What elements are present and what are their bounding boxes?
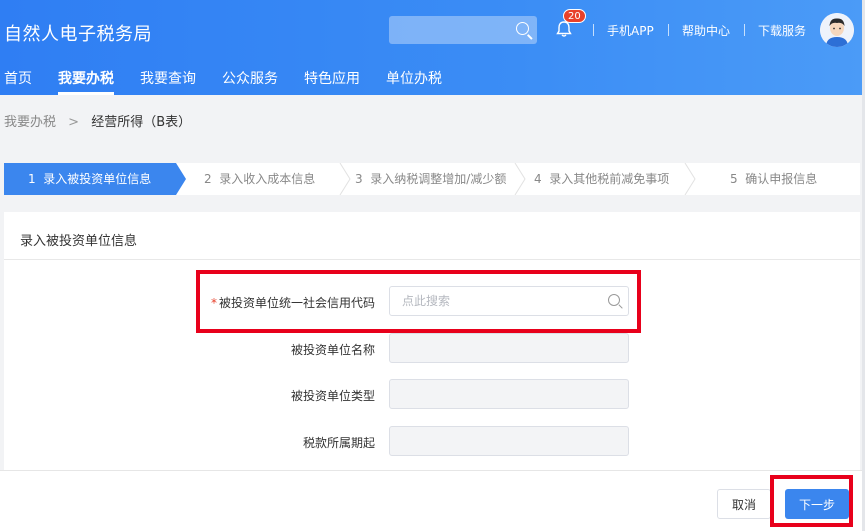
highlight-frame-search bbox=[196, 270, 641, 333]
breadcrumb: 我要办税 > 经营所得（B表） bbox=[4, 111, 191, 130]
breadcrumb-separator: > bbox=[68, 115, 80, 130]
breadcrumb-current: 经营所得（B表） bbox=[91, 115, 192, 130]
step-3: 3 录入纳税调整增加/减少额 bbox=[355, 163, 506, 195]
help-center-link[interactable]: 帮助中心 bbox=[682, 22, 730, 39]
step-divider bbox=[684, 163, 696, 195]
header-divider bbox=[668, 24, 669, 36]
highlight-frame-next bbox=[770, 475, 853, 527]
step-1: 1 录入被投资单位信息 bbox=[28, 163, 151, 195]
nav-home[interactable]: 首页 bbox=[4, 68, 32, 88]
step-progress-bar: 1 录入被投资单位信息 2 录入收入成本信息 3 录入纳税调整增加/减少额 4 … bbox=[4, 163, 860, 195]
nav-unit-tax[interactable]: 单位办税 bbox=[386, 68, 442, 88]
step-label: 录入收入成本信息 bbox=[219, 172, 316, 186]
header-search-input[interactable] bbox=[389, 16, 537, 44]
nav-query[interactable]: 我要查询 bbox=[140, 68, 196, 88]
step-number: 4 bbox=[534, 172, 542, 186]
step-divider bbox=[514, 163, 526, 195]
step-label: 确认申报信息 bbox=[745, 172, 818, 186]
step-number: 3 bbox=[355, 172, 363, 186]
nav-special-apps[interactable]: 特色应用 bbox=[304, 68, 360, 88]
cancel-button[interactable]: 取消 bbox=[717, 489, 771, 519]
step-divider bbox=[339, 163, 351, 195]
step-number: 2 bbox=[204, 172, 212, 186]
step-2: 2 录入收入成本信息 bbox=[204, 163, 315, 195]
form-card: 录入被投资单位信息 *被投资单位统一社会信用代码 被投资单位名称 被投资单位类型… bbox=[4, 212, 860, 470]
step-number: 1 bbox=[28, 172, 36, 186]
nav-file-tax[interactable]: 我要办税 bbox=[58, 68, 114, 95]
unit-name-field bbox=[389, 333, 629, 363]
step-label: 录入其他税前减免事项 bbox=[549, 172, 670, 186]
site-title[interactable]: 自然人电子税务局 bbox=[4, 20, 152, 46]
step-label: 录入被投资单位信息 bbox=[43, 172, 152, 186]
header-divider bbox=[593, 24, 594, 36]
top-header: 自然人电子税务局 20 手机APP 帮助中心 下载服务 首页 我要办税 我要查询… bbox=[0, 0, 862, 95]
step-5: 5 确认申报信息 bbox=[730, 163, 817, 195]
step-number: 5 bbox=[730, 172, 738, 186]
action-bar: 取消 下一步 bbox=[0, 470, 862, 531]
unit-type-field bbox=[389, 379, 629, 409]
search-icon[interactable] bbox=[516, 22, 529, 35]
section-divider bbox=[4, 259, 860, 260]
unit-type-label: 被投资单位类型 bbox=[290, 389, 375, 403]
header-divider bbox=[744, 24, 745, 36]
notification-badge: 20 bbox=[563, 9, 586, 23]
download-service-link[interactable]: 下载服务 bbox=[758, 22, 806, 39]
section-title: 录入被投资单位信息 bbox=[20, 234, 138, 249]
period-start-label: 税款所属期起 bbox=[302, 436, 375, 450]
nav-public-service[interactable]: 公众服务 bbox=[222, 68, 278, 88]
avatar[interactable] bbox=[820, 13, 854, 47]
step-4: 4 录入其他税前减免事项 bbox=[534, 163, 669, 195]
breadcrumb-parent[interactable]: 我要办税 bbox=[4, 115, 56, 130]
unit-name-label: 被投资单位名称 bbox=[290, 343, 375, 357]
period-start-field bbox=[389, 426, 629, 456]
step-label: 录入纳税调整增加/减少额 bbox=[370, 172, 507, 186]
mobile-app-link[interactable]: 手机APP bbox=[607, 22, 654, 39]
